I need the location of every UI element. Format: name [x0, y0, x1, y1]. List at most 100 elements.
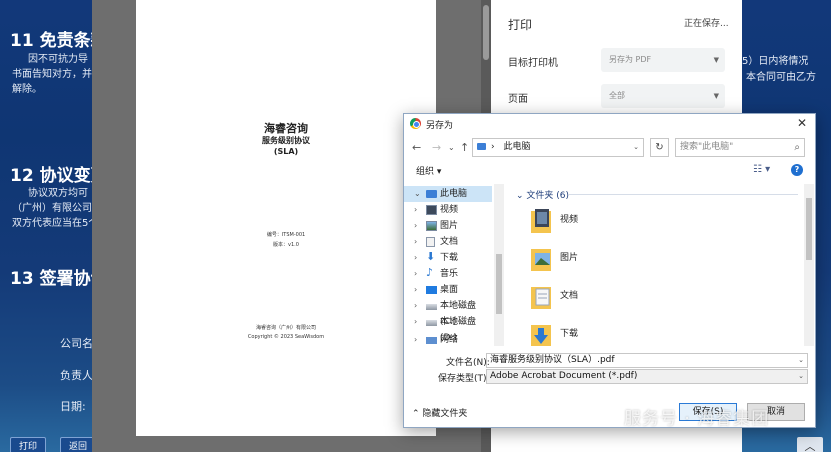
watermark-text: 服务号 · 海睿集团 [624, 409, 770, 429]
tree-item-network[interactable]: › 网络 [404, 332, 492, 346]
close-icon[interactable]: ✕ [797, 116, 807, 130]
back-button[interactable]: 返回 [60, 437, 97, 452]
printer-select[interactable]: 另存为 PDF ▼ [601, 48, 725, 72]
up-arrow-icon[interactable]: ↑ [460, 141, 469, 154]
filetype-select[interactable]: Adobe Acrobat Document (*.pdf) ⌄ [486, 369, 808, 384]
file-name: 文档 [560, 291, 579, 301]
chevron-down-icon[interactable]: ⌄ [798, 354, 804, 367]
video-folder-icon [531, 209, 551, 233]
tree-item-drive-d[interactable]: › 本地磁盘 (D:) [404, 314, 492, 343]
network-icon [426, 337, 437, 344]
filename-value: 海睿服务级别协议（SLA）.pdf [490, 355, 615, 365]
preview-code: 编号：ITSM-001 [266, 232, 306, 238]
chevron-right-icon: › [414, 237, 418, 246]
tree-item-downloads[interactable]: › ⬇ 下载 [404, 250, 492, 266]
section-12-text: 双方代表应当在5个 [12, 218, 99, 229]
file-name: 视频 [560, 215, 579, 225]
chevron-right-icon: › [414, 335, 418, 344]
tree-item-desktop[interactable]: › 桌面 [404, 282, 492, 298]
download-folder-icon [531, 325, 551, 346]
filetype-value: Adobe Acrobat Document (*.pdf) [490, 371, 638, 381]
preview-title: 海睿咨询 [264, 122, 308, 135]
wechat-icon [598, 408, 620, 424]
chevron-right-icon: › [414, 301, 418, 310]
desktop-icon [426, 286, 437, 294]
tree-item-label: 音乐 [440, 269, 459, 279]
group-divider [568, 194, 798, 195]
pages-value: 全部 [609, 91, 625, 100]
tree-item-pictures[interactable]: › 图片 [404, 218, 492, 234]
chevron-down-icon[interactable]: ⌄ [633, 139, 639, 156]
tree-item-music[interactable]: › ♪ 音乐 [404, 266, 492, 282]
list-item[interactable]: 文档 [526, 280, 706, 318]
view-options-icon[interactable]: ☷ ▾ [753, 164, 770, 175]
tree-item-this-pc[interactable]: ⌄ 此电脑 [404, 186, 492, 202]
file-name: 下载 [560, 329, 579, 339]
file-name: 图片 [560, 253, 579, 263]
file-list-scrollbar-thumb[interactable] [806, 198, 812, 260]
preview-copyright: Copyright © 2023 SeaWisdom [247, 334, 325, 340]
forward-arrow-icon[interactable]: → [432, 141, 441, 154]
drive-icon [426, 320, 437, 326]
back-arrow-icon[interactable]: ← [412, 141, 421, 154]
hide-folders-label: 隐藏文件夹 [422, 409, 468, 419]
list-item[interactable]: 下载 [526, 318, 706, 346]
chevron-down-icon[interactable]: ⌄ [798, 370, 804, 383]
list-item[interactable]: 图片 [526, 242, 706, 280]
dialog-title: 另存为 [426, 121, 454, 131]
tree-item-label: 文档 [440, 237, 459, 247]
section-11-text: 因不可抗力导 [28, 54, 88, 65]
print-status: 正在保存... [684, 19, 729, 29]
search-icon: ⌕ [794, 142, 800, 153]
print-panel-title: 打印 [508, 18, 533, 32]
section-11-text-right: 5）日内将情况 [742, 56, 809, 67]
printer-label: 目标打印机 [508, 58, 558, 69]
organize-menu[interactable]: 组织 ▾ [416, 164, 441, 177]
document-icon [426, 237, 435, 247]
chevron-down-icon[interactable]: ⌄ [448, 143, 455, 152]
preview-scrollbar-thumb[interactable] [483, 5, 489, 60]
help-icon[interactable]: ? [791, 164, 803, 176]
refresh-button[interactable]: ↻ [650, 138, 669, 157]
tree-item-label: 图片 [440, 221, 459, 231]
chevron-right-icon: › [414, 253, 418, 262]
dialog-titlebar[interactable]: 另存为 ✕ [404, 114, 815, 134]
chevron-down-icon: ⌄ [414, 189, 421, 198]
filetype-label: 保存类型(T): [438, 374, 490, 384]
company-label: 公司名 [60, 337, 93, 350]
scroll-top-button[interactable]: ︿ [797, 437, 823, 452]
tree-item-documents[interactable]: › 文档 [404, 234, 492, 250]
list-item[interactable]: 视频 [526, 204, 706, 242]
preview-abbr: (SLA) [273, 147, 299, 156]
section-11-text-right: 本合同可由乙方 [746, 72, 816, 83]
pages-label: 页面 [508, 94, 528, 105]
hide-folders-toggle[interactable]: ⌃ 隐藏文件夹 [412, 406, 467, 419]
navigation-tree: ⌄ 此电脑 › 视频 › 图片 › 文档 › ⬇ 下载 › ♪ 音乐 › 桌面 … [404, 184, 506, 346]
download-icon: ⬇ [426, 250, 436, 263]
folder-group-label: 文件夹 (6) [526, 191, 570, 201]
file-list-scrollbar[interactable] [804, 184, 814, 346]
search-input[interactable]: 搜索"此电脑" ⌕ [675, 138, 805, 157]
tree-item-drive-c[interactable]: › 本地磁盘 (C:) [404, 298, 492, 327]
printer-value: 另存为 PDF [609, 55, 652, 64]
chevron-down-icon: ▼ [713, 92, 719, 100]
address-bar[interactable]: › 此电脑 ⌄ [472, 138, 644, 157]
music-icon: ♪ [426, 266, 434, 279]
section-12-text: （广州）有限公司 [12, 203, 92, 214]
folder-group-header[interactable]: ⌄ 文件夹 (6) [516, 188, 569, 201]
preview-version: 版本：v1.0 [273, 242, 299, 248]
preview-subtitle: 服务级别协议 [262, 136, 310, 145]
tree-scrollbar-thumb[interactable] [496, 254, 502, 314]
chevron-down-icon: ▼ [713, 56, 719, 64]
refresh-icon: ↻ [655, 142, 664, 153]
pages-select[interactable]: 全部 ▼ [601, 84, 725, 108]
tree-item-videos[interactable]: › 视频 [404, 202, 492, 218]
chrome-icon [410, 118, 421, 129]
person-label: 负责人 [60, 369, 93, 382]
address-text: 此电脑 [503, 142, 531, 152]
tree-scrollbar[interactable] [494, 184, 504, 346]
print-button[interactable]: 打印 [10, 437, 47, 452]
picture-folder-icon [531, 249, 551, 271]
filename-input[interactable]: 海睿服务级别协议（SLA）.pdf ⌄ [486, 353, 808, 368]
tree-item-label: 网络 [440, 335, 459, 345]
